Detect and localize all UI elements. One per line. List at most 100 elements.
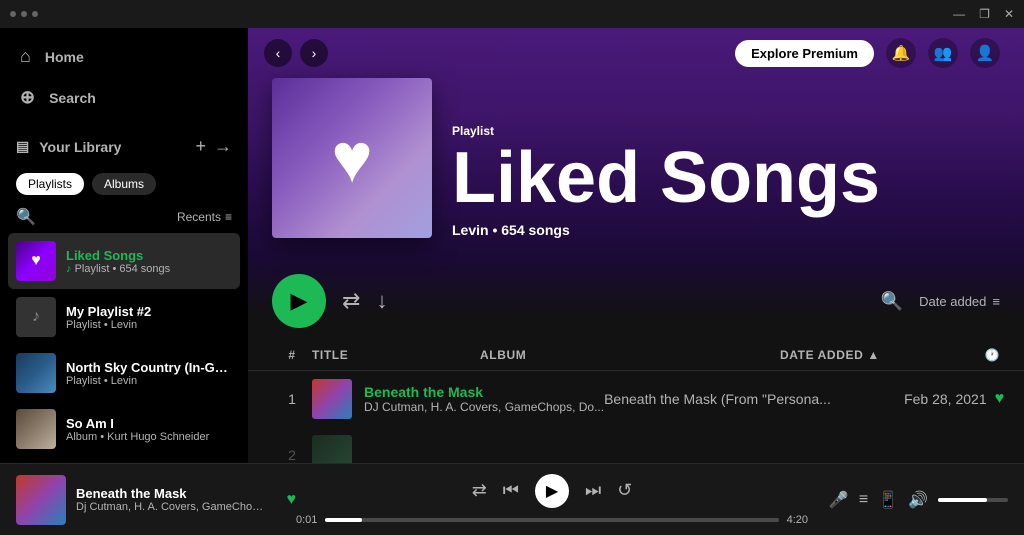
playlist2-sub: Playlist • Levin xyxy=(66,319,232,331)
track-album: Beneath the Mask (From "Persona... xyxy=(604,391,904,407)
sidebar-item-search[interactable]: ⊕ Search xyxy=(0,77,248,118)
title-bar-controls[interactable]: — ❐ ✕ xyxy=(953,7,1014,21)
hero-song-count: 654 songs xyxy=(501,222,569,238)
hero-info: Playlist Liked Songs Levin • 654 songs xyxy=(452,124,1000,238)
lyrics-button[interactable]: 🎤 xyxy=(829,490,849,510)
tracks-area: ▶ ⇄ ↓ 🔍 Date added ≡ # Title Album Date … xyxy=(248,258,1024,463)
sidebar-item-playlist2-info: My Playlist #2 Playlist • Levin xyxy=(66,304,232,331)
recents-label[interactable]: Recents ≡ xyxy=(177,210,232,224)
back-button[interactable]: ‹ xyxy=(264,39,292,67)
north-sky-thumb xyxy=(16,353,56,393)
north-sky-sub: Playlist • Levin xyxy=(66,375,232,387)
tracks-header: # Title Album Date added ▲ 🕐 xyxy=(248,344,1024,371)
player-thumb xyxy=(16,475,66,525)
tracks-search-button[interactable]: 🔍 xyxy=(881,291,903,312)
liked-icon[interactable]: ♥ xyxy=(995,390,1005,408)
shuffle-button[interactable]: ⇄ xyxy=(472,480,487,501)
liked-songs-sub: ♪ Playlist • 654 songs xyxy=(66,263,232,275)
explore-premium-button[interactable]: Explore Premium xyxy=(735,40,874,67)
track-info: Beneath the Mask DJ Cutman, H. A. Covers… xyxy=(312,379,604,419)
download-button[interactable]: ↓ xyxy=(376,288,387,314)
friends-button[interactable]: 👥 xyxy=(928,38,958,68)
playlist2-thumb: ♪ xyxy=(16,297,56,337)
title-bar: — ❐ ✕ xyxy=(0,0,1024,28)
repeat-button[interactable]: ↺ xyxy=(617,480,632,501)
play-pause-button[interactable]: ▶ xyxy=(535,474,569,508)
player-track: Beneath the Mask Dj Cutman, H. A. Covers… xyxy=(16,475,296,525)
queue-button[interactable]: ≡ xyxy=(859,491,868,509)
content: ‹ › Explore Premium 🔔 👥 👤 ♥ Playlist Lik… xyxy=(248,28,1024,463)
profile-button[interactable]: 👤 xyxy=(970,38,1000,68)
library-actions: + → xyxy=(195,136,232,157)
expand-library-button[interactable]: → xyxy=(214,136,232,157)
liked-songs-thumb: ♥ xyxy=(16,241,56,281)
play-button[interactable]: ▶ xyxy=(272,274,326,328)
table-row[interactable]: 1 Beneath the Mask DJ Cutman, H. A. Cove… xyxy=(248,371,1024,427)
maximize-button[interactable]: ❐ xyxy=(979,7,990,21)
total-time: 4:20 xyxy=(787,514,808,526)
home-icon: ⌂ xyxy=(20,46,31,67)
library-search-icon[interactable]: 🔍 xyxy=(16,207,36,227)
track-name: Beneath the Mask xyxy=(364,384,604,400)
notifications-button[interactable]: 🔔 xyxy=(886,38,916,68)
next-button[interactable]: ⏭ xyxy=(585,480,601,501)
track-thumb xyxy=(312,435,352,463)
player-liked-button[interactable]: ♥ xyxy=(287,491,297,509)
hero-cover: ♥ xyxy=(272,78,432,238)
device-button[interactable]: 📱 xyxy=(878,490,898,510)
track-text: Beneath the Mask DJ Cutman, H. A. Covers… xyxy=(364,384,604,414)
sidebar: ⌂ Home ⊕ Search ▤ Your Library + → Playl… xyxy=(0,28,248,463)
recents-sort-icon: ≡ xyxy=(225,210,232,224)
col-date-added: Date added ▲ xyxy=(780,348,940,362)
track-artist: DJ Cutman, H. A. Covers, GameChops, Do..… xyxy=(364,400,604,414)
progress-bar[interactable] xyxy=(325,518,778,522)
hero: ‹ › Explore Premium 🔔 👥 👤 ♥ Playlist Lik… xyxy=(248,28,1024,258)
sidebar-search-row: 🔍 Recents ≡ xyxy=(0,201,248,233)
library-title[interactable]: ▤ Your Library xyxy=(16,138,121,155)
hero-title: Liked Songs xyxy=(452,142,1000,214)
player-track-name: Beneath the Mask xyxy=(76,486,269,501)
sort-arrow-icon: ▲ xyxy=(867,348,879,362)
track-thumb xyxy=(312,379,352,419)
hero-meta: Levin • 654 songs xyxy=(452,222,1000,238)
so-am-i-sub: Album • Kurt Hugo Schneider xyxy=(66,431,232,443)
track-thumb-img xyxy=(312,379,352,419)
filter-albums-button[interactable]: Albums xyxy=(92,173,156,195)
sidebar-item-liked-info: Liked Songs ♪ Playlist • 654 songs xyxy=(66,248,232,275)
col-title: Title xyxy=(312,348,480,362)
sidebar-item-playlist2[interactable]: ♪ My Playlist #2 Playlist • Levin xyxy=(8,289,240,345)
shuffle-button[interactable]: ⇄ xyxy=(342,288,360,314)
title-bar-dots xyxy=(10,11,38,17)
current-time: 0:01 xyxy=(296,514,317,526)
forward-button[interactable]: › xyxy=(300,39,328,67)
sidebar-item-so-am-i[interactable]: So Am I Album • Kurt Hugo Schneider xyxy=(8,401,240,457)
sidebar-item-search-label: Search xyxy=(49,90,96,106)
track-info xyxy=(312,435,480,463)
player-right: 🎤 ≡ 📱 🔊 xyxy=(808,490,1008,510)
add-library-button[interactable]: + xyxy=(195,136,206,157)
volume-bar[interactable] xyxy=(938,498,1008,502)
volume-button[interactable]: 🔊 xyxy=(908,490,928,510)
previous-button[interactable]: ⏮ xyxy=(503,480,519,501)
sidebar-item-so-am-i-info: So Am I Album • Kurt Hugo Schneider xyxy=(66,416,232,443)
sidebar-item-north-sky[interactable]: North Sky Country (In-Game) Playlist • L… xyxy=(8,345,240,401)
sidebar-list: ♥ Liked Songs ♪ Playlist • 654 songs ♪ M… xyxy=(0,233,248,463)
col-num: # xyxy=(272,348,312,362)
player-progress: 0:01 4:20 xyxy=(296,514,808,526)
player: Beneath the Mask Dj Cutman, H. A. Covers… xyxy=(0,463,1024,535)
track-number: 2 xyxy=(272,447,312,463)
sidebar-item-home[interactable]: ⌂ Home xyxy=(0,36,248,77)
player-track-artist: Dj Cutman, H. A. Covers, GameChops, Dodg… xyxy=(76,501,269,513)
sort-label: Date added xyxy=(919,294,986,309)
filter-playlists-button[interactable]: Playlists xyxy=(16,173,84,195)
north-sky-name: North Sky Country (In-Game) xyxy=(66,360,232,375)
sidebar-item-liked-songs[interactable]: ♥ Liked Songs ♪ Playlist • 654 songs xyxy=(8,233,240,289)
sort-selector[interactable]: Date added ≡ xyxy=(919,294,1000,309)
table-row[interactable]: 2 xyxy=(248,427,1024,463)
close-button[interactable]: ✕ xyxy=(1004,7,1014,21)
tracks-toolbar: ▶ ⇄ ↓ 🔍 Date added ≡ xyxy=(248,258,1024,344)
col-album: Album xyxy=(480,348,780,362)
track-number: 1 xyxy=(272,391,312,407)
minimize-button[interactable]: — xyxy=(953,7,965,21)
hero-heart-icon: ♥ xyxy=(331,118,373,198)
